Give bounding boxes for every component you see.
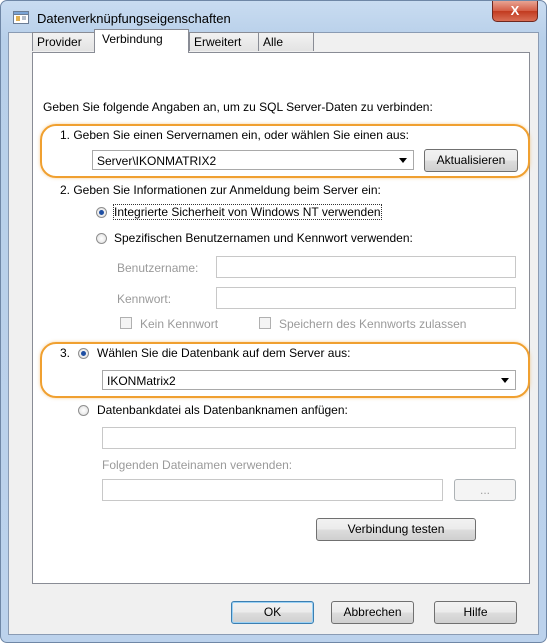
tab-alle[interactable]: Alle bbox=[258, 32, 314, 51]
server-combobox[interactable]: Server\IKONMATRIX2 bbox=[92, 150, 414, 170]
chevron-down-icon[interactable] bbox=[501, 378, 509, 383]
select-db-radio[interactable] bbox=[78, 348, 89, 359]
step2-label: 2. Geben Sie Informationen zur Anmeldung… bbox=[60, 183, 381, 197]
save-password-label: Speichern des Kennworts zulassen bbox=[279, 317, 467, 331]
attach-db-radio[interactable] bbox=[78, 405, 89, 416]
select-db-label[interactable]: Wählen Sie die Datenbank auf dem Server … bbox=[97, 346, 350, 360]
username-label: Benutzername: bbox=[117, 261, 199, 275]
auth-user-radio[interactable] bbox=[96, 233, 107, 244]
username-field[interactable] bbox=[216, 256, 516, 278]
auth-windows-radio[interactable] bbox=[96, 207, 107, 218]
no-password-checkbox[interactable] bbox=[120, 317, 132, 329]
filename-label: Folgenden Dateinamen verwenden: bbox=[102, 458, 293, 472]
test-connection-button[interactable]: Verbindung testen bbox=[316, 518, 476, 541]
help-button[interactable]: Hilfe bbox=[434, 601, 517, 624]
step1-label: 1. Geben Sie einen Servernamen ein, oder… bbox=[60, 128, 409, 142]
attach-db-label[interactable]: Datenbankdatei als Datenbanknamen anfüge… bbox=[97, 403, 348, 417]
title-bar: Datenverknüpfungseigenschaften X bbox=[1, 1, 546, 33]
no-password-label: Kein Kennwort bbox=[140, 317, 219, 331]
tab-provider[interactable]: Provider bbox=[32, 32, 95, 51]
password-label: Kennwort: bbox=[117, 292, 172, 306]
step3-number: 3. bbox=[60, 346, 71, 360]
attach-db-field[interactable] bbox=[102, 427, 516, 449]
filename-field[interactable] bbox=[102, 479, 443, 501]
window-title: Datenverknüpfungseigenschaften bbox=[37, 11, 231, 26]
server-value: Server\IKONMATRIX2 bbox=[97, 154, 217, 168]
ok-button[interactable]: OK bbox=[231, 601, 314, 624]
intro-text: Geben Sie folgende Angaben an, um zu SQL… bbox=[43, 100, 433, 114]
close-button[interactable]: X bbox=[492, 1, 538, 22]
auth-user-label[interactable]: Spezifischen Benutzernamen und Kennwort … bbox=[114, 231, 413, 245]
chevron-down-icon[interactable] bbox=[399, 158, 407, 163]
database-value: IKONMatrix2 bbox=[107, 374, 176, 388]
database-combobox[interactable]: IKONMatrix2 bbox=[102, 370, 516, 390]
data-link-icon bbox=[13, 11, 29, 24]
password-field[interactable] bbox=[216, 287, 516, 309]
browse-button[interactable]: ... bbox=[454, 479, 516, 501]
cancel-button[interactable]: Abbrechen bbox=[331, 601, 414, 624]
refresh-button[interactable]: Aktualisieren bbox=[424, 149, 518, 172]
tab-verbindung[interactable]: Verbindung bbox=[94, 29, 189, 53]
tab-erweitert[interactable]: Erweitert bbox=[189, 32, 259, 51]
save-password-checkbox[interactable] bbox=[259, 317, 271, 329]
auth-windows-label[interactable]: Integrierte Sicherheit von Windows NT ve… bbox=[113, 204, 382, 220]
